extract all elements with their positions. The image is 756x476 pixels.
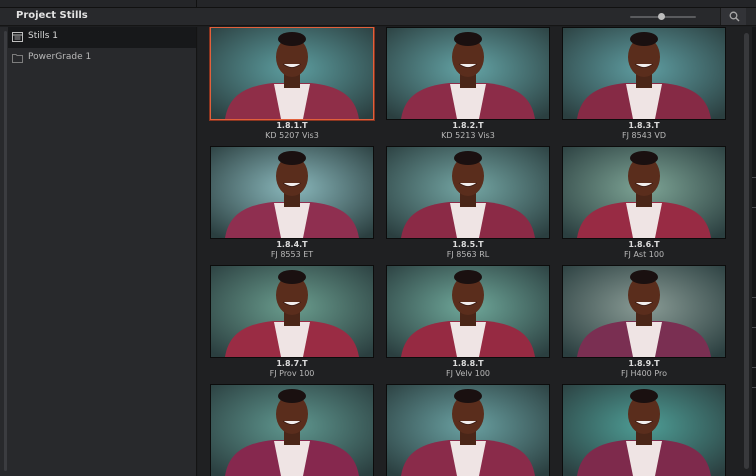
folder-icon (12, 54, 23, 63)
album-label: PowerGrade 1 (28, 52, 92, 62)
still-id: 1.8.8.T (452, 359, 484, 368)
still-item[interactable] (562, 384, 726, 476)
panel-title: Project Stills (16, 10, 88, 21)
still-id: 1.8.9.T (628, 359, 660, 368)
still-id: 1.8.4.T (276, 240, 308, 249)
still-item[interactable]: 1.8.4.T FJ 8553 ET (210, 146, 374, 260)
still-label: FJ Prov 100 (269, 369, 315, 378)
still-item[interactable]: 1.8.8.T FJ Velv 100 (386, 265, 550, 379)
still-thumbnail[interactable] (210, 265, 374, 358)
search-icon (729, 11, 740, 22)
still-id: 1.8.3.T (628, 121, 660, 130)
thumbnail-size-slider[interactable] (630, 13, 696, 20)
still-label: FJ H400 Pro (620, 369, 668, 378)
still-thumbnail[interactable] (562, 27, 726, 120)
still-thumbnail[interactable] (386, 146, 550, 239)
still-label: FJ 8553 ET (270, 250, 314, 259)
still-thumbnail[interactable] (386, 384, 550, 476)
still-thumbnail[interactable] (562, 384, 726, 476)
still-label: FJ Velv 100 (445, 369, 491, 378)
still-item[interactable]: 1.8.1.T KD 5207 Vis3 (210, 27, 374, 141)
still-id: 1.8.5.T (452, 240, 484, 249)
still-id: 1.8.1.T (276, 121, 308, 130)
still-label: FJ Ast 100 (623, 250, 665, 259)
still-label: KD 5207 Vis3 (265, 131, 319, 140)
still-id: 1.8.7.T (276, 359, 308, 368)
still-label: FJ 8543 VD (621, 131, 667, 140)
still-item[interactable]: 1.8.6.T FJ Ast 100 (562, 146, 726, 260)
still-item[interactable]: 1.8.3.T FJ 8543 VD (562, 27, 726, 141)
still-thumbnail[interactable] (210, 27, 374, 120)
still-id: 1.8.2.T (452, 121, 484, 130)
still-item[interactable]: 1.8.5.T FJ 8563 RL (386, 146, 550, 260)
album-powergrade-1[interactable]: PowerGrade 1 (8, 48, 196, 69)
still-id: 1.8.6.T (628, 240, 660, 249)
still-item[interactable] (210, 384, 374, 476)
still-label: FJ 8563 RL (446, 250, 490, 259)
stills-grid: 1.8.1.T KD 5207 Vis3 1.8.2.T KD 5213 Vis3 1.… (198, 27, 742, 476)
search-button[interactable] (720, 8, 746, 25)
still-thumbnail[interactable] (386, 265, 550, 358)
still-thumbnail[interactable] (562, 146, 726, 239)
album-stills-1[interactable]: Stills 1 (8, 27, 196, 48)
still-item[interactable]: 1.8.2.T KD 5213 Vis3 (386, 27, 550, 141)
still-thumbnail[interactable] (386, 27, 550, 120)
still-item[interactable] (386, 384, 550, 476)
still-item[interactable]: 1.8.7.T FJ Prov 100 (210, 265, 374, 379)
still-item[interactable]: 1.8.9.T FJ H400 Pro (562, 265, 726, 379)
grid-scrollbar[interactable] (742, 27, 756, 476)
top-strip (0, 0, 756, 8)
sidebar-scrollbar[interactable] (4, 31, 7, 471)
scrollbar-thumb[interactable] (744, 33, 749, 469)
slider-knob[interactable] (658, 13, 665, 20)
album-label: Stills 1 (28, 31, 59, 41)
still-thumbnail[interactable] (210, 146, 374, 239)
album-sidebar: Stills 1 PowerGrade 1 (0, 27, 197, 476)
panel-header: Project Stills (0, 8, 756, 26)
still-label: KD 5213 Vis3 (441, 131, 495, 140)
still-thumbnail[interactable] (562, 265, 726, 358)
album-icon (12, 32, 23, 42)
still-thumbnail[interactable] (210, 384, 374, 476)
